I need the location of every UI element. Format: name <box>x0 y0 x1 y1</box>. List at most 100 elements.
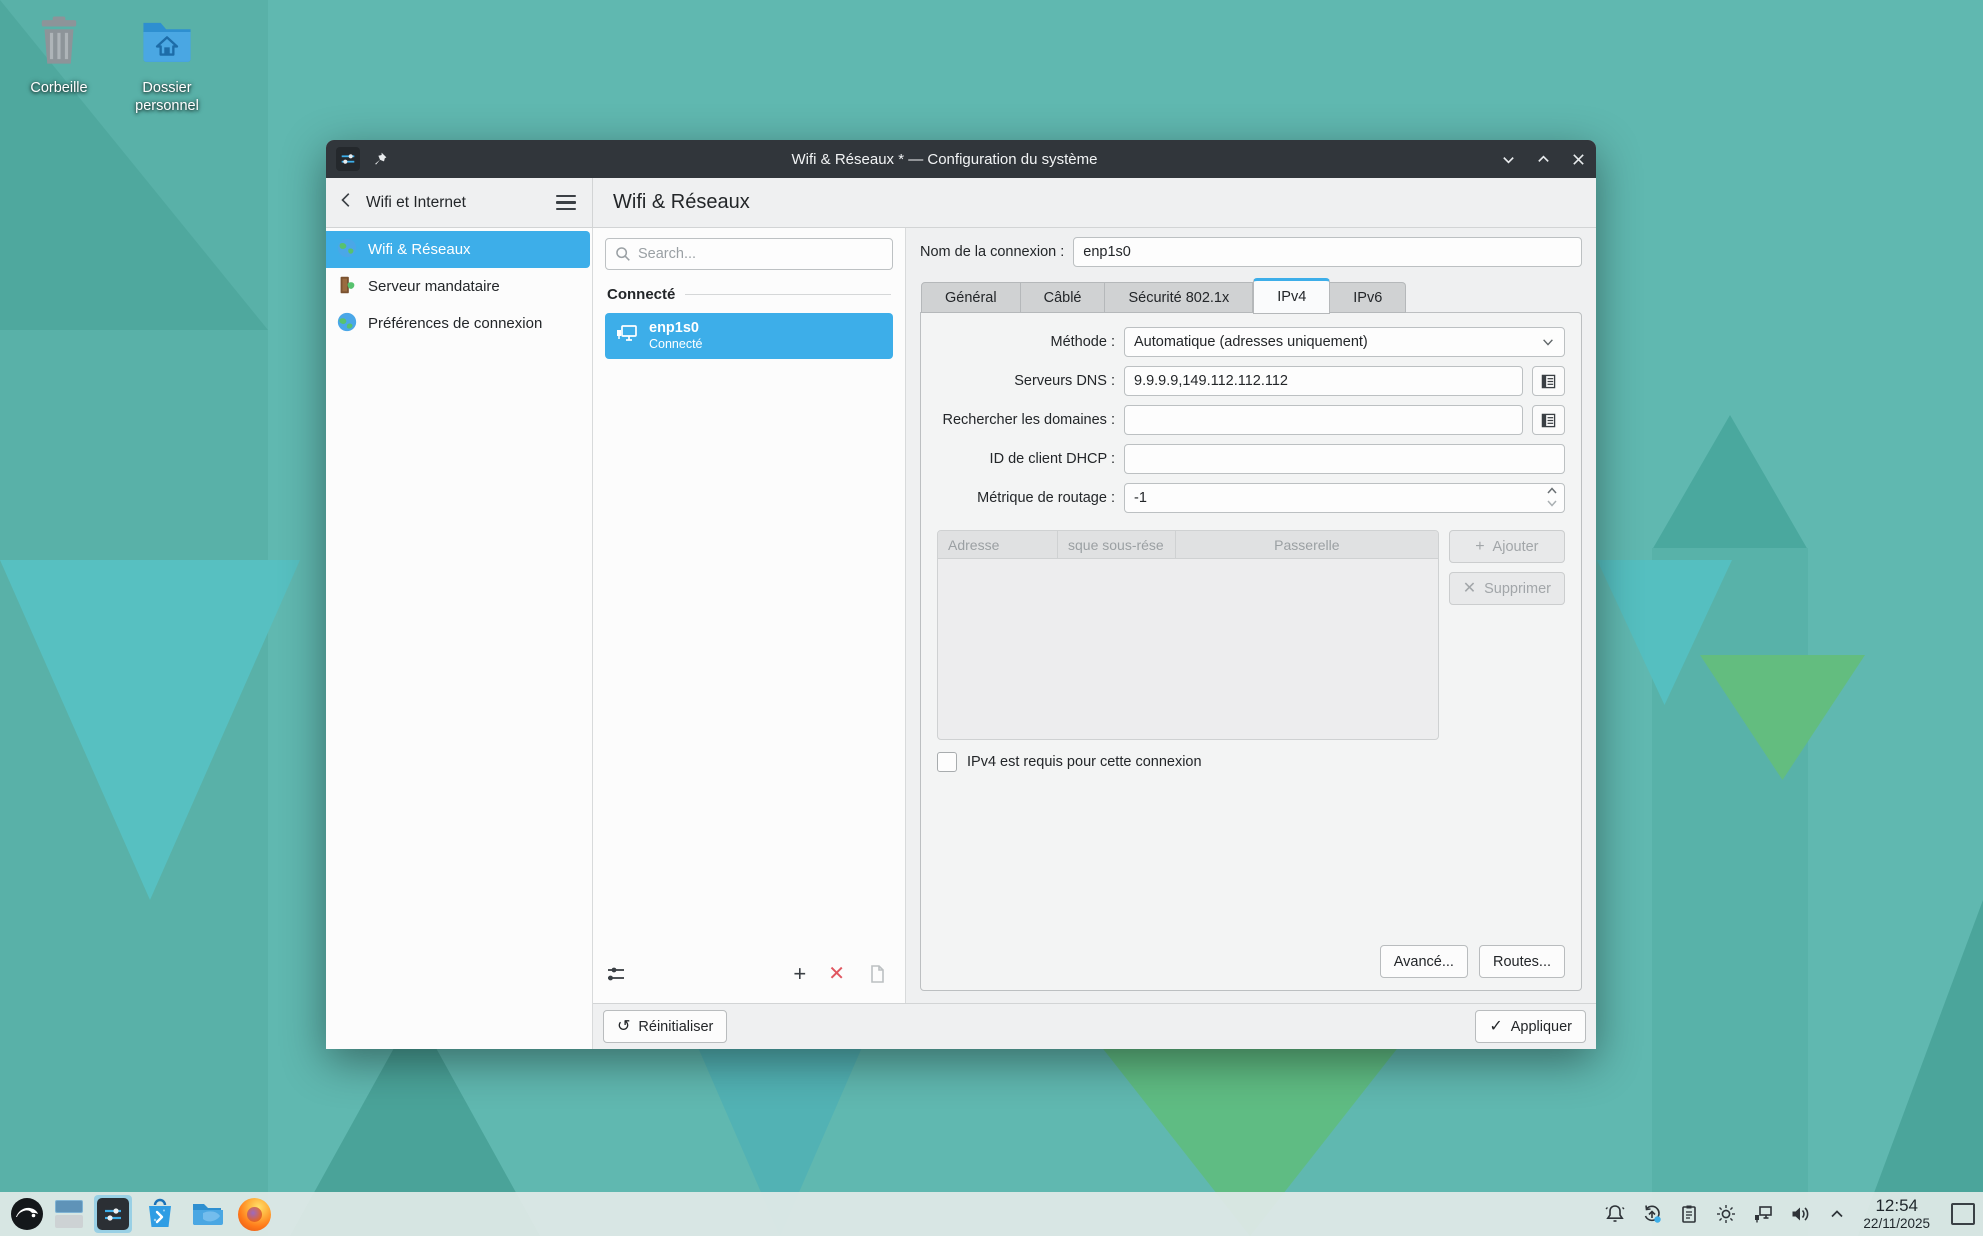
connection-name-input[interactable] <box>1073 237 1582 267</box>
pin-keep-above-icon[interactable] <box>372 151 388 167</box>
maximize-button[interactable] <box>1536 152 1551 167</box>
list-toolbar: + ✕ <box>605 953 893 995</box>
trash-icon <box>30 12 88 75</box>
breadcrumb: Wifi et Internet <box>366 194 542 212</box>
pager-desktop-1[interactable] <box>55 1200 83 1213</box>
network-wired-icon[interactable] <box>1752 1203 1774 1225</box>
notifications-bell-icon[interactable] <box>1604 1203 1626 1225</box>
hamburger-menu-icon[interactable] <box>552 191 580 215</box>
taskbar-system-settings[interactable] <box>94 1195 132 1233</box>
window-header: Wifi et Internet Wifi & Réseaux <box>326 178 1596 228</box>
sidebar-item-preferences-connexion[interactable]: Préférences de connexion <box>326 305 592 342</box>
updates-icon[interactable] <box>1641 1203 1663 1225</box>
desktop-icon-trash[interactable]: Corbeille <box>4 12 114 97</box>
virtual-desktop-pager[interactable] <box>55 1198 85 1230</box>
spin-down-icon[interactable] <box>1546 498 1558 508</box>
tab-cable[interactable]: Câblé <box>1021 282 1106 313</box>
minimize-button[interactable] <box>1501 152 1516 167</box>
connected-group-label: Connecté <box>607 286 675 303</box>
dns-input[interactable] <box>1124 366 1523 396</box>
tab-securite-8021x[interactable]: Sécurité 802.1x <box>1105 282 1253 313</box>
routes-button[interactable]: Routes... <box>1479 945 1565 978</box>
taskbar-dolphin[interactable] <box>188 1195 226 1233</box>
volume-icon[interactable] <box>1789 1203 1811 1225</box>
domains-list-edit-button[interactable] <box>1532 405 1565 435</box>
tab-ipv4[interactable]: IPv4 <box>1253 278 1330 314</box>
routing-metric-label: Métrique de routage : <box>937 490 1115 506</box>
dns-list-edit-button[interactable] <box>1532 366 1565 396</box>
routing-metric-input[interactable] <box>1124 483 1565 513</box>
window-title: Wifi & Réseaux * — Configuration du syst… <box>388 151 1501 168</box>
ipv4-required-checkbox[interactable] <box>937 752 957 772</box>
export-connection-icon[interactable] <box>867 964 887 984</box>
digital-clock[interactable]: 12:54 22/11/2025 <box>1857 1196 1936 1231</box>
delete-connection-icon[interactable]: ✕ <box>828 964 845 984</box>
remove-address-button[interactable]: ✕ Supprimer <box>1449 572 1565 605</box>
globe-icon <box>336 311 358 337</box>
sidebar-item-serveur-mandataire[interactable]: Serveur mandataire <box>326 268 592 305</box>
list-edit-icon <box>1541 413 1556 428</box>
method-label: Méthode : <box>937 334 1115 350</box>
chevron-down-icon <box>1541 335 1555 349</box>
plus-icon: + <box>1475 539 1484 555</box>
wallpaper-shape <box>1652 415 1808 550</box>
system-tray <box>1604 1203 1848 1225</box>
ipv4-tab-content: Méthode : Automatique (adresses uniqueme… <box>920 312 1582 991</box>
method-dropdown[interactable]: Automatique (adresses uniquement) <box>1124 327 1565 357</box>
pager-desktop-2[interactable] <box>55 1215 83 1228</box>
desktop: Corbeille Dossierpersonnel <box>0 0 1983 1236</box>
add-address-button[interactable]: + Ajouter <box>1449 530 1565 563</box>
dns-label: Serveurs DNS : <box>937 373 1115 389</box>
application-launcher-icon[interactable] <box>8 1195 46 1233</box>
connection-name-label: Nom de la connexion : <box>920 244 1064 260</box>
apply-button[interactable]: ✓ Appliquer <box>1475 1010 1586 1043</box>
page-title: Wifi & Réseaux <box>593 178 770 227</box>
search-input[interactable] <box>605 238 893 270</box>
addresses-table: Adresse sque sous-rése Passerelle <box>937 530 1439 740</box>
sidebar-item-wifi-reseaux[interactable]: Wifi & Réseaux <box>326 231 590 268</box>
reset-button[interactable]: ↺ Réinitialiser <box>603 1010 727 1043</box>
system-settings-window: Wifi & Réseaux * — Configuration du syst… <box>326 140 1596 1049</box>
column-header-masque: sque sous-rése <box>1058 531 1176 558</box>
search-domains-label: Rechercher les domaines : <box>937 412 1115 428</box>
app-menu-icon[interactable] <box>336 147 360 171</box>
connection-item-enp1s0[interactable]: enp1s0 Connecté <box>605 313 893 359</box>
clipboard-icon[interactable] <box>1678 1203 1700 1225</box>
sidebar-item-label: Préférences de connexion <box>368 315 542 332</box>
column-header-passerelle: Passerelle <box>1176 531 1438 558</box>
desktop-icon-label: Corbeille <box>30 79 87 97</box>
wired-network-icon <box>614 321 640 352</box>
tab-ipv6[interactable]: IPv6 <box>1330 282 1406 313</box>
tray-expander-chevron-up-icon[interactable] <box>1826 1203 1848 1225</box>
dhcp-client-id-label: ID de client DHCP : <box>937 451 1115 467</box>
desktop-icon-home-folder[interactable]: Dossierpersonnel <box>112 12 222 115</box>
search-icon <box>614 245 632 263</box>
configuration-sliders-icon[interactable] <box>605 963 627 985</box>
x-icon: ✕ <box>1463 581 1476 597</box>
connection-list-panel: Connecté <box>593 228 906 1003</box>
spin-up-icon[interactable] <box>1546 486 1558 496</box>
search-domains-input[interactable] <box>1124 405 1523 435</box>
sidebar-item-label: Serveur mandataire <box>368 278 500 295</box>
globe-network-icon <box>336 237 358 263</box>
brightness-icon[interactable] <box>1715 1203 1737 1225</box>
add-connection-icon[interactable]: + <box>793 963 806 985</box>
show-desktop-button[interactable] <box>1951 1203 1975 1225</box>
sidebar: Wifi & Réseaux Serveur mandataire <box>326 228 593 1049</box>
wallpaper-shape <box>1858 900 1983 1236</box>
checkmark-icon: ✓ <box>1489 1019 1502 1035</box>
titlebar[interactable]: Wifi & Réseaux * — Configuration du syst… <box>326 140 1596 178</box>
tab-general[interactable]: Général <box>921 282 1021 313</box>
advanced-button[interactable]: Avancé... <box>1380 945 1468 978</box>
ipv4-required-label: IPv4 est requis pour cette connexion <box>967 754 1202 770</box>
firefox-icon <box>238 1198 271 1231</box>
desktop-icon-label: Dossierpersonnel <box>135 79 199 115</box>
file-manager-icon <box>190 1197 224 1231</box>
dhcp-client-id-input[interactable] <box>1124 444 1565 474</box>
back-button[interactable] <box>338 191 356 214</box>
close-button[interactable] <box>1571 152 1586 167</box>
window-footer: ↺ Réinitialiser ✓ Appliquer <box>593 1003 1596 1049</box>
taskbar-firefox[interactable] <box>235 1195 273 1233</box>
taskbar: 12:54 22/11/2025 <box>0 1192 1983 1236</box>
taskbar-discover[interactable] <box>141 1195 179 1233</box>
